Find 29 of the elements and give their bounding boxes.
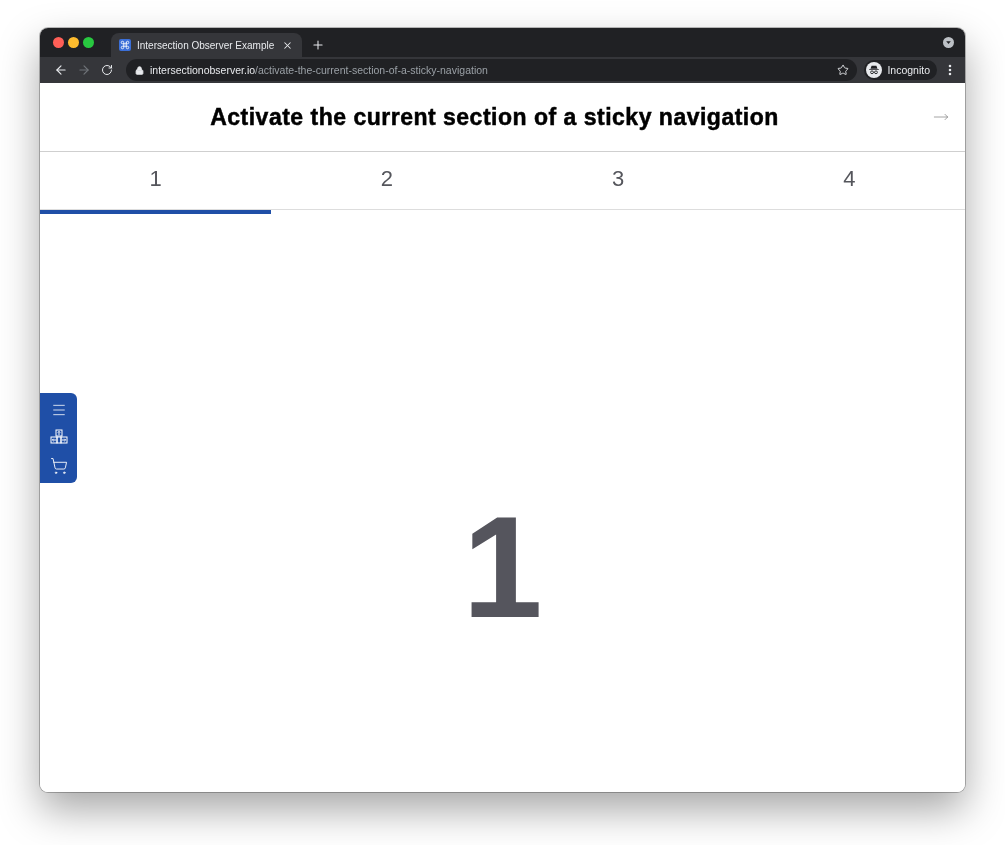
section-tab[interactable]: 2 [271,152,503,214]
lock-icon [135,65,144,75]
close-window-icon[interactable] [53,37,64,48]
close-icon [281,39,293,51]
hat-glasses-icon [866,62,883,78]
minimize-window-icon[interactable] [68,37,79,48]
plus-icon [311,38,326,52]
arrow-keys-icon [49,429,68,447]
star-icon [837,64,850,76]
menu-icon [50,402,67,418]
section-number: 1 [462,496,543,640]
caret-down-icon [943,37,954,48]
section-tab[interactable]: 1 [40,152,272,214]
tab-search-button[interactable] [943,37,954,48]
profile-button[interactable]: Incognito [864,60,937,80]
address-bar[interactable]: intersectionobserver.io/activate-the-current-section-of-a-sticky-navigation [126,59,858,81]
section-tab[interactable]: 3 [502,152,734,214]
cart-button[interactable] [48,456,69,476]
maximize-window-icon[interactable] [83,37,94,48]
forward-arrow-icon [76,63,91,77]
browser-tab[interactable]: Intersection Observer Example [111,33,303,57]
url-text: intersectionobserver.io/activate-the-current-section-of-a-sticky-navigation [150,64,489,76]
reload-icon [100,64,113,76]
page-title: Activate the current section of a sticky navigation [209,103,780,131]
section-tab[interactable]: 4 [733,152,965,214]
shopping-cart-icon [49,457,68,475]
command-symbol-icon [119,39,131,51]
tab-title: Intersection Observer Example [137,39,275,51]
bookmark-button[interactable] [837,64,850,76]
